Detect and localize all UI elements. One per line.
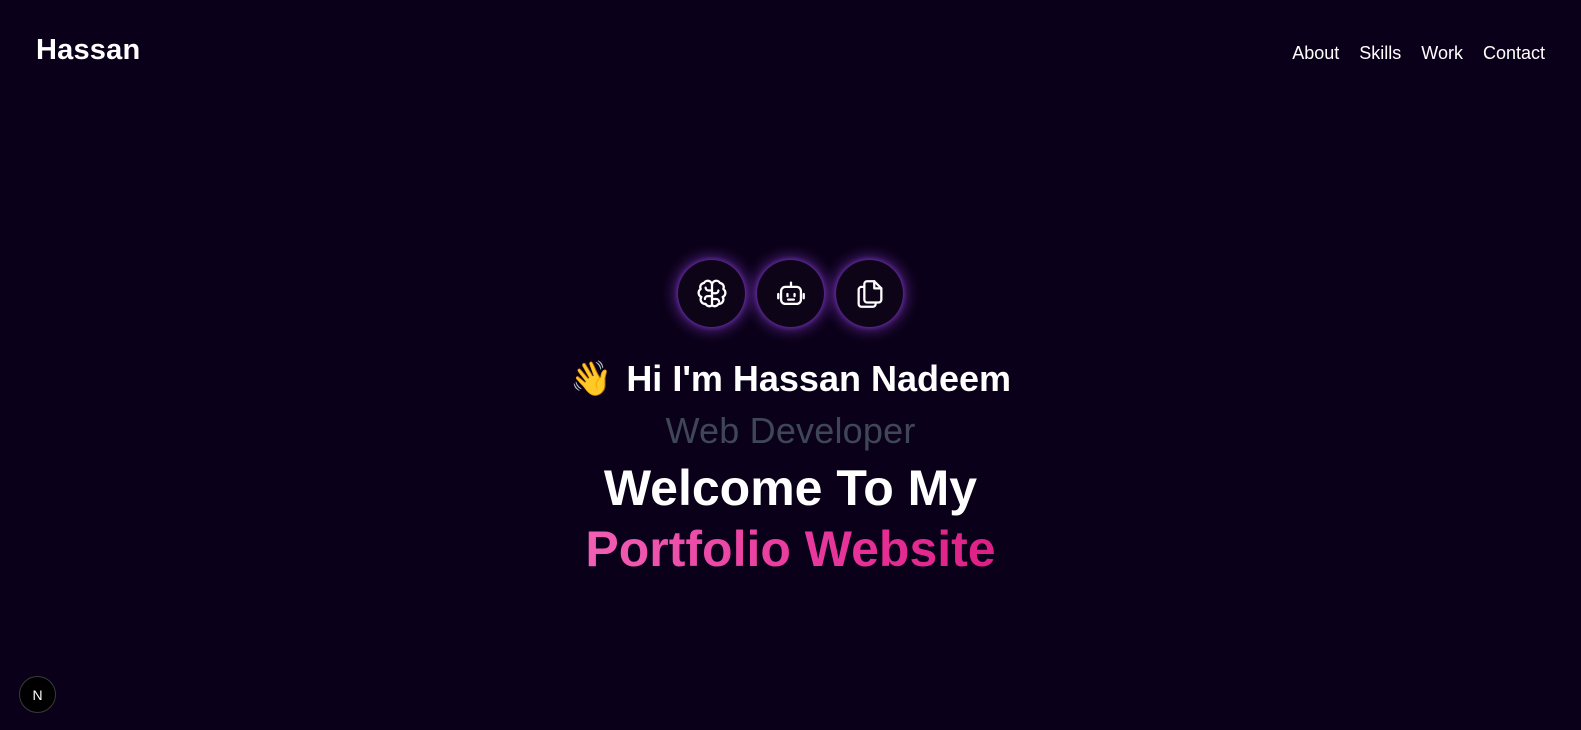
waving-hand-emoji: 👋 [569,360,613,398]
robot-icon [776,281,805,305]
nav-link-about[interactable]: About [1292,43,1339,64]
greeting: 👋 Hi I'm Hassan Nadeem [570,358,1011,400]
headline-accent: Portfolio Website [585,519,995,580]
hero-section: 👋 Hi I'm Hassan Nadeem Web Developer Wel… [0,260,1581,580]
nav-link-work[interactable]: Work [1421,43,1463,64]
brand-logo[interactable]: Hassan [36,34,140,67]
brain-icon-button[interactable] [678,260,745,327]
brain-icon [697,279,726,307]
copy-icon [857,279,882,308]
dev-tools-badge[interactable]: N [19,676,56,713]
role-subtitle: Web Developer [665,410,916,451]
nav-link-skills[interactable]: Skills [1359,43,1401,64]
copy-icon-button[interactable] [836,260,903,327]
hero-icon-row [678,260,903,327]
greeting-text: Hi I'm Hassan Nadeem [626,358,1012,399]
robot-icon-button[interactable] [757,260,824,327]
main-nav: About Skills Work Contact [1292,43,1545,64]
nav-link-contact[interactable]: Contact [1483,43,1545,64]
headline: Welcome To My [603,460,978,516]
page: Hassan About Skills Work Contact 👋 Hi I'… [0,0,1581,730]
